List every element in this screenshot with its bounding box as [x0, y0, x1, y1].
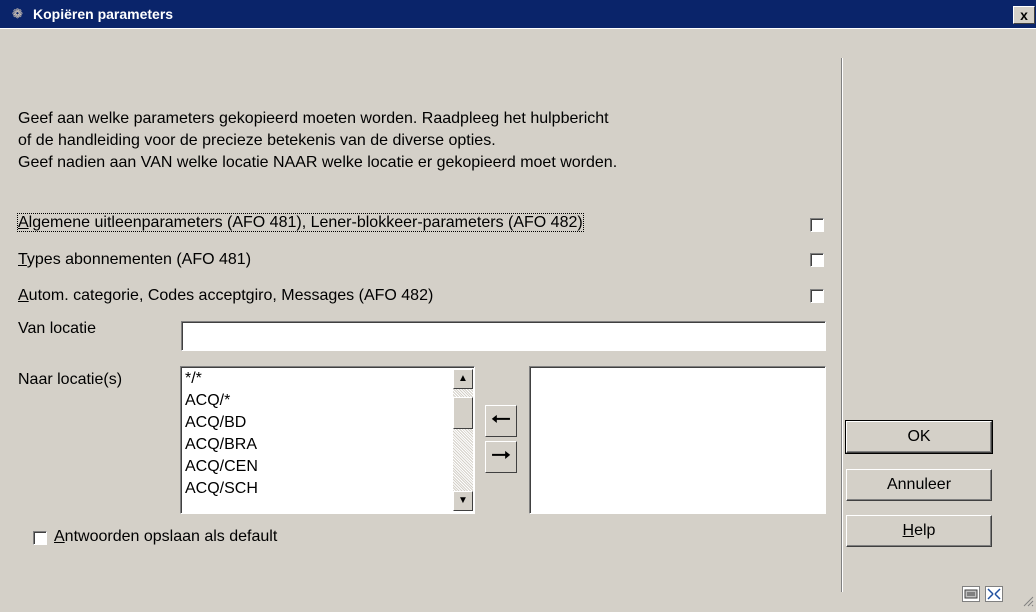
arrow-right-icon: 🠂	[491, 442, 511, 469]
option-types-checkbox[interactable]	[810, 253, 824, 267]
option-autom-checkbox[interactable]	[810, 289, 824, 303]
selected-locaties-list[interactable]	[529, 366, 826, 514]
move-left-button[interactable]: 🠀	[485, 405, 517, 437]
save-default-checkbox[interactable]	[33, 531, 47, 545]
scroll-down-button[interactable]: ▼	[453, 491, 473, 511]
van-locatie-label: Van locatie	[18, 320, 96, 337]
arrow-left-icon: 🠀	[491, 406, 511, 433]
title-bar: ❁ Kopiëren parameters x	[0, 0, 1036, 28]
instructions-text: Geef aan welke parameters gekopieerd moe…	[18, 108, 617, 174]
list-item[interactable]: ACQ/BRA	[185, 434, 257, 456]
close-button[interactable]: x	[1013, 6, 1035, 24]
list-item[interactable]: ACQ/*	[185, 390, 230, 412]
scroll-up-button[interactable]: ▲	[453, 369, 473, 389]
instructions-line: Geef nadien aan VAN welke locatie NAAR w…	[18, 154, 618, 171]
list-item[interactable]: ACQ/CEN	[185, 456, 258, 478]
list-item[interactable]: ACQ/SCH	[185, 478, 258, 500]
close-icon: x	[1020, 7, 1028, 23]
list-item[interactable]: */*	[185, 368, 202, 390]
scroll-thumb[interactable]	[453, 397, 473, 429]
app-icon: ❁	[12, 6, 23, 21]
option-algemene-checkbox[interactable]	[810, 218, 824, 232]
keyboard-icon[interactable]	[962, 586, 980, 602]
help-button[interactable]: Help	[846, 515, 992, 547]
annuleer-button[interactable]: Annuleer	[846, 469, 992, 501]
option-algemene-label[interactable]: Algemene uitleenparameters (AFO 481), Le…	[17, 213, 584, 232]
vertical-divider	[841, 58, 843, 592]
naar-locatie-list[interactable]: */* ACQ/* ACQ/BD ACQ/BRA ACQ/CEN ACQ/SCH…	[180, 366, 475, 514]
save-default-label[interactable]: Antwoorden opslaan als default	[54, 528, 277, 546]
scrollbar[interactable]: ▲ ▼	[453, 369, 473, 511]
instructions-line: Geef aan welke parameters gekopieerd moe…	[18, 110, 609, 127]
option-types-label[interactable]: Types abonnementen (AFO 481)	[18, 251, 251, 269]
van-locatie-input[interactable]	[181, 321, 826, 351]
move-right-button[interactable]: 🠂	[485, 441, 517, 473]
instructions-line: of de handleiding voor de precieze betek…	[18, 132, 496, 149]
window-title: Kopiëren parameters	[33, 6, 174, 22]
resize-grip-icon[interactable]	[1022, 594, 1034, 607]
ok-button[interactable]: OK	[845, 420, 993, 454]
option-autom-label[interactable]: Autom. categorie, Codes acceptgiro, Mess…	[18, 287, 433, 305]
naar-locatie-label: Naar locatie(s)	[18, 371, 123, 388]
list-item[interactable]: ACQ/BD	[185, 412, 246, 434]
maximize-icon[interactable]	[985, 586, 1003, 602]
